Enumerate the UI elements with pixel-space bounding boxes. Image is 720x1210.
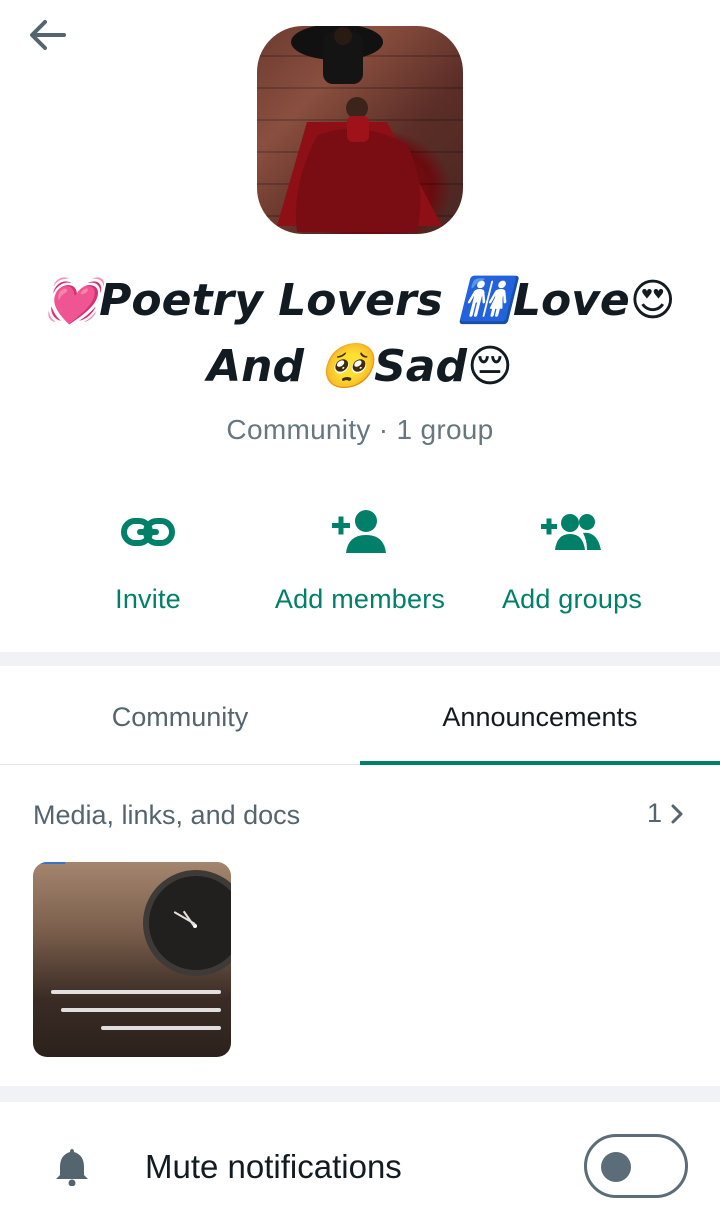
active-tab-indicator (360, 761, 720, 765)
media-count-link[interactable]: 1 (647, 798, 684, 829)
community-photo (257, 26, 463, 232)
tab-community[interactable]: Community (0, 666, 360, 764)
invite-label: Invite (115, 584, 181, 614)
community-subtitle: Community · 1 group (226, 414, 494, 445)
toggle-knob (601, 1152, 631, 1182)
invite-button[interactable]: Invite (38, 500, 258, 615)
mute-notifications-row[interactable]: Mute notifications (0, 1102, 720, 1210)
add-groups-button[interactable]: Add groups (462, 500, 682, 615)
add-members-button[interactable]: Add members (250, 500, 470, 615)
section-divider (0, 652, 720, 666)
mute-notifications-label: Mute notifications (145, 1148, 402, 1185)
add-person-icon (332, 510, 386, 553)
media-thumbnail[interactable] (33, 862, 231, 1057)
community-avatar[interactable] (257, 26, 463, 234)
thumbnail-text-lines (43, 976, 221, 1030)
bell-icon (54, 1146, 90, 1191)
add-groups-label: Add groups (501, 584, 643, 614)
section-divider-2 (0, 1086, 720, 1102)
tab-announcements[interactable]: Announcements (360, 666, 720, 764)
mute-toggle[interactable] (584, 1134, 688, 1198)
back-button[interactable] (26, 16, 70, 54)
community-name: 💓Poetry Lovers 🚻Love😍 And 🥺Sad😔 (44, 275, 676, 392)
link-icon (121, 518, 175, 546)
chevron-right-icon (671, 804, 683, 823)
thumbnail-marker (37, 862, 65, 864)
media-count: 1 (646, 798, 662, 828)
watch-image (143, 870, 231, 976)
media-section-title[interactable]: Media, links, and docs (33, 800, 300, 831)
arrow-left-icon (30, 20, 66, 50)
add-members-label: Add members (274, 584, 446, 614)
add-group-icon (541, 514, 601, 550)
tab-bar: Community Announcements (0, 666, 720, 765)
